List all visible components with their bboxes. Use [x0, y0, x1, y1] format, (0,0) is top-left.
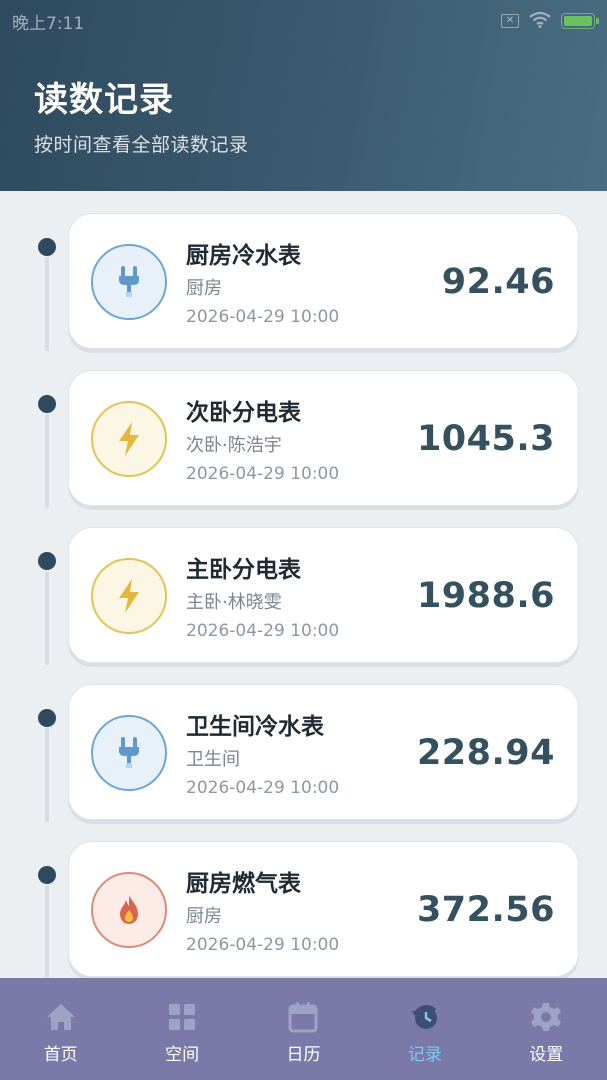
- record-item: 卫生间冷水表 卫生间 2026-04-29 10:00 228.94: [0, 662, 607, 822]
- reading-time: 2026-04-29 10:00: [186, 464, 340, 484]
- reading-time: 2026-04-29 10:00: [186, 935, 340, 955]
- bottom-nav: 首页 空间 日历 记录 设置: [0, 978, 607, 1080]
- record-card[interactable]: 卫生间冷水表 卫生间 2026-04-29 10:00 228.94: [68, 684, 579, 820]
- nav-label: 设置: [529, 1045, 564, 1065]
- timeline-line: [45, 257, 49, 351]
- timeline-line: [45, 885, 49, 978]
- reading-time: 2026-04-29 10:00: [186, 307, 340, 327]
- reading-value: 1045.3: [416, 419, 555, 459]
- grid-icon: [165, 1000, 199, 1034]
- faucet-icon: [91, 715, 167, 791]
- nav-label: 首页: [43, 1045, 78, 1065]
- reading-time: 2026-04-29 10:00: [186, 621, 340, 641]
- record-icon: [408, 1000, 442, 1034]
- nav-item-space[interactable]: 空间: [122, 978, 243, 1080]
- meter-name: 厨房冷水表: [186, 243, 301, 269]
- timeline-dot: [38, 709, 56, 727]
- meter-name: 次卧分电表: [186, 400, 301, 426]
- reading-time: 2026-04-29 10:00: [186, 778, 340, 798]
- timeline-dot: [38, 238, 56, 256]
- timeline-dot: [38, 866, 56, 884]
- timeline-line: [45, 571, 49, 665]
- nav-label: 记录: [407, 1045, 442, 1065]
- lightning-icon: [91, 558, 167, 634]
- record-item: 次卧分电表 次卧·陈浩宇 2026-04-29 10:00 1045.3: [0, 348, 607, 508]
- timeline-line: [45, 414, 49, 508]
- timeline-dot: [38, 552, 56, 570]
- home-icon: [44, 1000, 78, 1034]
- record-item: 厨房冷水表 厨房 2026-04-29 10:00 92.46: [0, 191, 607, 351]
- nav-item-calendar[interactable]: 日历: [243, 978, 364, 1080]
- no-sim-icon: ✕: [501, 14, 519, 28]
- page-subtitle: 按时间查看全部读数记录: [34, 134, 249, 156]
- meter-location: 主卧·林晓雯: [186, 592, 282, 613]
- nav-item-home[interactable]: 首页: [0, 978, 121, 1080]
- meter-location: 厨房: [186, 906, 222, 927]
- meter-name: 主卧分电表: [186, 557, 301, 583]
- record-card[interactable]: 次卧分电表 次卧·陈浩宇 2026-04-29 10:00 1045.3: [68, 370, 579, 506]
- timeline-line: [45, 728, 49, 822]
- reading-value: 228.94: [416, 733, 555, 773]
- nav-label: 空间: [165, 1045, 200, 1065]
- status-bar: 晚上7:11 ✕: [0, 0, 607, 42]
- status-time: 晚上7:11: [12, 13, 85, 34]
- records-list[interactable]: 厨房冷水表 厨房 2026-04-29 10:00 92.46 次卧分电表 次卧…: [0, 191, 607, 978]
- record-card[interactable]: 厨房冷水表 厨房 2026-04-29 10:00 92.46: [68, 213, 579, 349]
- calendar-icon: [286, 1000, 320, 1034]
- page-header: 晚上7:11 ✕ 读数记录 按时间查看全部读数记录: [0, 0, 607, 191]
- nav-label: 日历: [286, 1045, 321, 1065]
- meter-name: 厨房燃气表: [186, 871, 301, 897]
- meter-location: 卫生间: [186, 749, 240, 770]
- record-item: 厨房燃气表 厨房 2026-04-29 10:00 372.56: [0, 819, 607, 978]
- meter-name: 卫生间冷水表: [186, 714, 324, 740]
- page-title: 读数记录: [34, 80, 174, 120]
- battery-icon: [561, 13, 599, 29]
- gear-icon: [529, 1000, 563, 1034]
- nav-item-records[interactable]: 记录: [364, 978, 485, 1080]
- nav-item-settings[interactable]: 设置: [486, 978, 607, 1080]
- lightning-icon: [91, 401, 167, 477]
- flame-icon: [91, 872, 167, 948]
- meter-location: 次卧·陈浩宇: [186, 435, 282, 456]
- record-card[interactable]: 主卧分电表 主卧·林晓雯 2026-04-29 10:00 1988.6: [68, 527, 579, 663]
- reading-value: 1988.6: [416, 576, 555, 616]
- timeline-dot: [38, 395, 56, 413]
- wifi-icon: [529, 11, 551, 32]
- meter-location: 厨房: [186, 278, 222, 299]
- record-item: 主卧分电表 主卧·林晓雯 2026-04-29 10:00 1988.6: [0, 505, 607, 665]
- reading-value: 92.46: [441, 262, 555, 302]
- reading-value: 372.56: [416, 890, 555, 930]
- faucet-icon: [91, 244, 167, 320]
- record-card[interactable]: 厨房燃气表 厨房 2026-04-29 10:00 372.56: [68, 841, 579, 977]
- status-icons: ✕: [501, 11, 599, 32]
